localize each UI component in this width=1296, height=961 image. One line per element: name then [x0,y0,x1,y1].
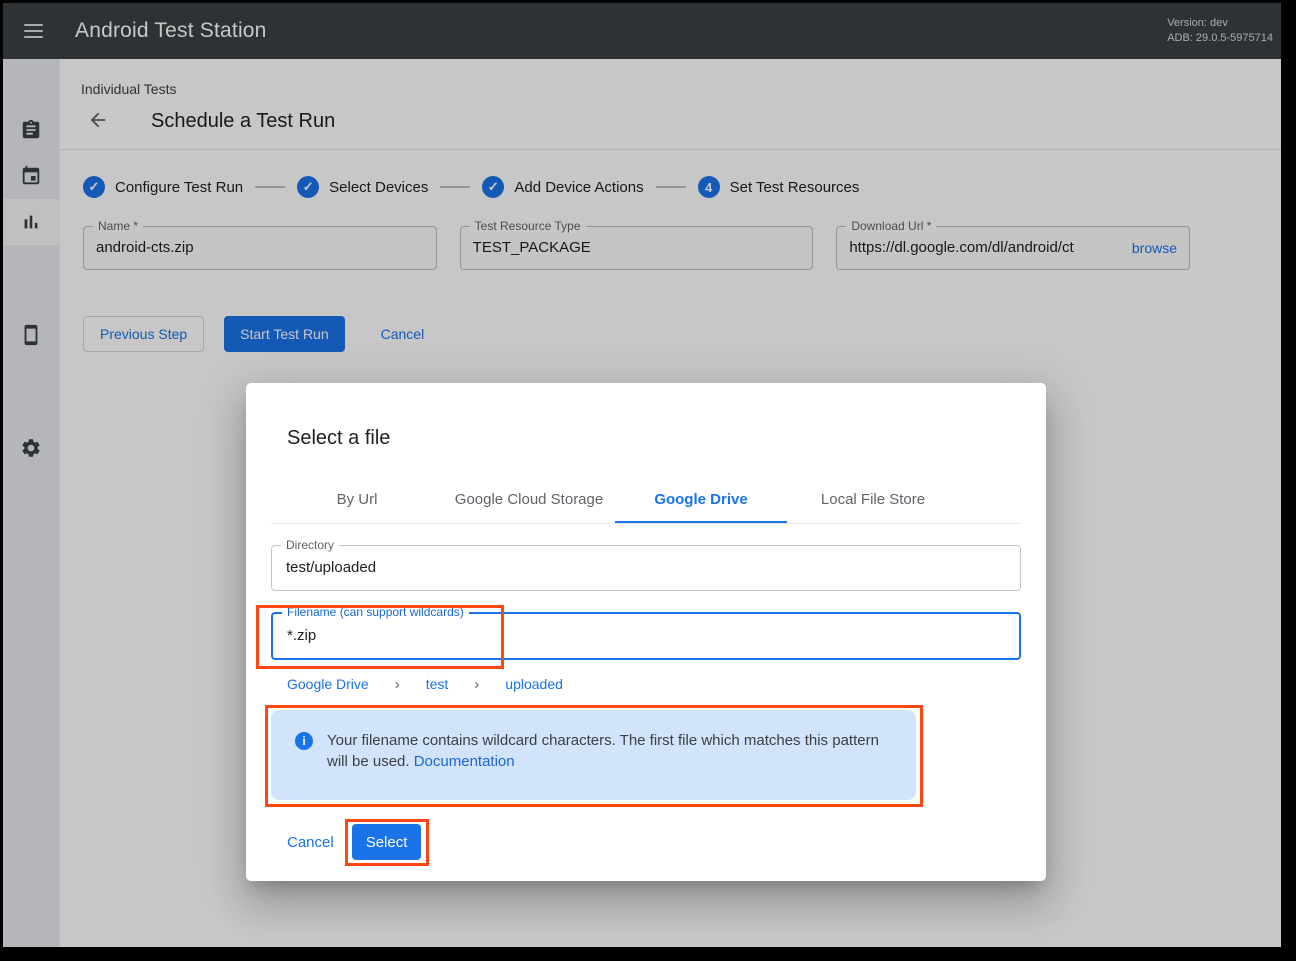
file-source-tabs: By Url Google Cloud Storage Google Drive… [271,476,1021,524]
wildcard-info-alert: i Your filename contains wildcard charac… [271,710,916,800]
dialog-actions: Cancel Select [287,824,1046,860]
directory-field-value: test/uploaded [272,546,1020,590]
alert-text: Your filename contains wildcard characte… [327,730,882,800]
directory-field[interactable]: Directory test/uploaded [271,545,1021,591]
breadcrumb-item-google-drive[interactable]: Google Drive [287,676,369,692]
breadcrumb-item-test[interactable]: test [426,676,449,692]
breadcrumb-item-uploaded[interactable]: uploaded [505,676,563,692]
tab-google-drive[interactable]: Google Drive [615,476,787,523]
dialog-title: Select a file [287,427,1046,450]
filename-field-label: Filename (can support wildcards) [282,605,469,619]
tab-google-cloud-storage[interactable]: Google Cloud Storage [443,476,615,523]
directory-field-label: Directory [281,538,339,552]
breadcrumb: Google Drive › test › uploaded [287,674,1046,694]
alert-message: Your filename contains wildcard characte… [327,732,879,770]
documentation-link[interactable]: Documentation [414,753,515,770]
dialog-cancel-button[interactable]: Cancel [287,834,334,851]
info-icon: i [295,732,313,750]
filename-field-value: *.zip [273,614,1019,658]
app-window: Android Test Station Version: dev ADB: 2… [3,3,1281,947]
filename-field[interactable]: Filename (can support wildcards) *.zip [271,612,1021,660]
select-file-dialog: Select a file By Url Google Cloud Storag… [246,383,1046,881]
tab-by-url[interactable]: By Url [271,476,443,523]
chevron-right-icon: › [474,676,479,693]
chevron-right-icon: › [395,676,400,693]
tab-local-file-store[interactable]: Local File Store [787,476,959,523]
dialog-select-button[interactable]: Select [352,824,422,860]
